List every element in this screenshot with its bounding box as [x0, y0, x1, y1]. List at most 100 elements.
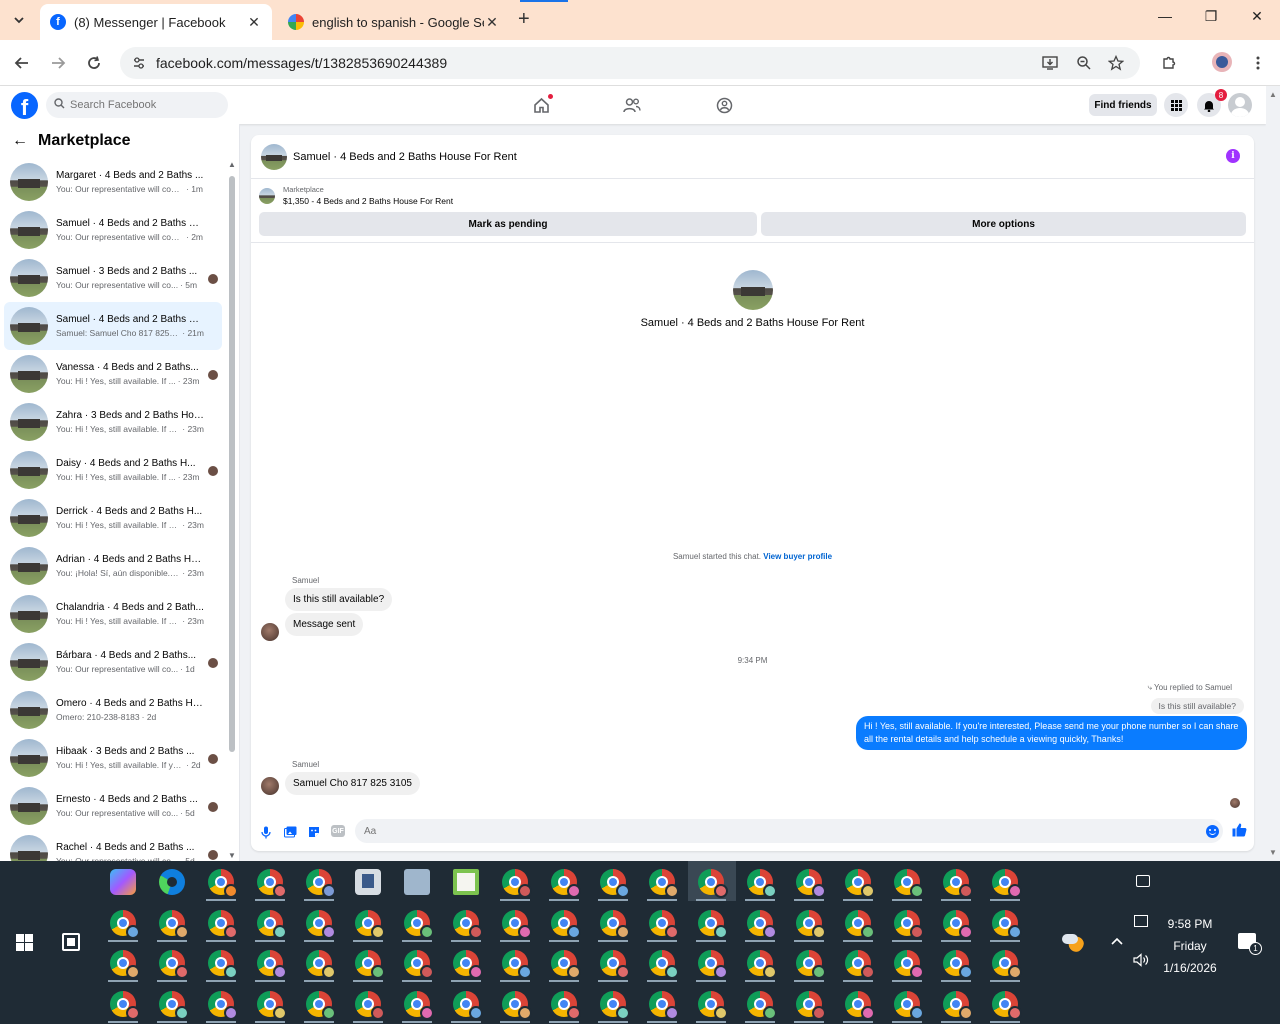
chrome-icon[interactable] [943, 910, 973, 939]
back-arrow-icon[interactable]: ← [12, 132, 28, 150]
menu-button[interactable] [1164, 93, 1188, 117]
chrome-icon[interactable] [502, 910, 532, 939]
scroll-down-arrow-icon[interactable]: ▼ [1269, 848, 1277, 857]
chrome-icon[interactable] [551, 950, 581, 979]
search-input[interactable] [70, 99, 220, 111]
chrome-icon[interactable] [600, 950, 630, 979]
message-bubble-incoming[interactable]: Is this still available? [285, 588, 393, 611]
chrome-icon[interactable] [502, 869, 532, 898]
notifications-button[interactable]: 8 [1197, 89, 1227, 117]
chrome-icon[interactable] [992, 950, 1022, 979]
chrome-icon[interactable] [551, 869, 581, 898]
sender-avatar[interactable] [261, 623, 279, 641]
chrome-icon[interactable] [698, 869, 728, 898]
forward-button[interactable] [47, 52, 69, 74]
conversation-row[interactable]: Chalandria · 4 Beds and 2 Bath... You: Hi… [4, 590, 222, 638]
close-tab-icon[interactable]: ✕ [484, 14, 500, 31]
app-window-icon[interactable] [355, 869, 381, 895]
chat-title[interactable]: Samuel · 4 Beds and 2 Baths House For Re… [293, 151, 517, 163]
chrome-icon[interactable] [894, 991, 924, 1020]
chrome-icon[interactable] [306, 910, 336, 939]
view-buyer-profile-link[interactable]: View buyer profile [763, 552, 832, 561]
chrome-icon[interactable] [943, 991, 973, 1020]
chrome-icon[interactable] [747, 910, 777, 939]
emoji-icon[interactable] [1206, 825, 1219, 838]
chrome-icon[interactable] [404, 991, 434, 1020]
groups-nav-button[interactable] [712, 94, 736, 116]
volume-icon[interactable] [1133, 953, 1149, 970]
chrome-icon[interactable] [551, 910, 581, 939]
chrome-icon[interactable] [845, 910, 875, 939]
conversation-row[interactable]: Hibaak · 3 Beds and 2 Baths ... You: Hi !… [4, 734, 222, 782]
conversation-row[interactable]: Samuel · 3 Beds and 2 Baths ... You: Our … [4, 254, 222, 302]
back-button[interactable] [11, 52, 33, 74]
facebook-logo-icon[interactable]: f [11, 92, 38, 119]
facebook-search[interactable] [46, 92, 228, 118]
chrome-icon[interactable] [257, 910, 287, 939]
chrome-icon[interactable] [600, 910, 630, 939]
chrome-icon[interactable] [649, 910, 679, 939]
minimize-button[interactable]: — [1142, 8, 1188, 24]
chrome-icon[interactable] [453, 991, 483, 1020]
chrome-icon[interactable] [208, 910, 238, 939]
chrome-icon[interactable] [257, 869, 287, 898]
conversation-row[interactable]: Rachel · 4 Beds and 2 Baths ... You: Our … [4, 830, 222, 861]
chrome-icon[interactable] [110, 991, 140, 1020]
extensions-button[interactable] [1158, 52, 1180, 74]
install-app-icon[interactable] [1042, 47, 1058, 79]
chrome-icon[interactable] [796, 991, 826, 1020]
chrome-icon[interactable] [698, 910, 728, 939]
chrome-icon[interactable] [796, 950, 826, 979]
chrome-icon[interactable] [502, 991, 532, 1020]
chrome-icon[interactable] [453, 950, 483, 979]
scroll-down-arrow-icon[interactable]: ▼ [228, 851, 236, 860]
new-tab-button[interactable]: + [518, 8, 530, 31]
quoted-message[interactable]: Is this still available? [1150, 698, 1244, 714]
conversation-row[interactable]: Ernesto · 4 Beds and 2 Baths ... You: Our… [4, 782, 222, 830]
notification-center-icon[interactable]: 1 [1238, 933, 1262, 955]
chrome-icon[interactable] [649, 869, 679, 898]
message-bubble-outgoing[interactable]: Hi ! Yes, still available. If you're int… [856, 716, 1247, 750]
chrome-icon[interactable] [502, 950, 532, 979]
conversation-row[interactable]: Zahra · 3 Beds and 2 Baths Hou... You: Hi… [4, 398, 222, 446]
close-tab-icon[interactable]: ✕ [246, 14, 262, 31]
chrome-icon[interactable] [845, 869, 875, 898]
conversation-row[interactable]: Margaret · 4 Beds and 2 Baths ... You: Ou… [4, 158, 222, 206]
chrome-icon[interactable] [894, 869, 924, 898]
windows-start-icon[interactable] [16, 934, 33, 951]
microphone-icon[interactable] [259, 825, 273, 839]
reload-button[interactable] [83, 52, 105, 74]
conversation-row[interactable]: Samuel · 4 Beds and 2 Baths H... You: Our… [4, 206, 222, 254]
scroll-up-arrow-icon[interactable]: ▲ [228, 160, 236, 169]
find-friends-button[interactable]: Find friends [1089, 94, 1157, 116]
conversation-row[interactable]: Vanessa · 4 Beds and 2 Baths... You: Hi !… [4, 350, 222, 398]
edge-browser-icon[interactable] [159, 869, 185, 895]
chrome-icon[interactable] [355, 910, 385, 939]
chrome-icon[interactable] [355, 950, 385, 979]
chrome-profile-avatar[interactable] [1212, 52, 1232, 72]
chrome-icon[interactable] [257, 950, 287, 979]
copilot-icon[interactable] [110, 869, 136, 895]
thumbs-up-icon[interactable] [1232, 823, 1247, 840]
chrome-icon[interactable] [404, 950, 434, 979]
chrome-icon[interactable] [894, 910, 924, 939]
message-input[interactable] [355, 819, 1223, 843]
chrome-icon[interactable] [159, 910, 189, 939]
chrome-icon[interactable] [208, 950, 238, 979]
conversation-row[interactable]: Derrick · 4 Beds and 2 Baths H... You: Hi… [4, 494, 222, 542]
page-scrollbar[interactable]: ▲ ▼ [1266, 86, 1280, 861]
chrome-icon[interactable] [453, 910, 483, 939]
chrome-icon[interactable] [257, 991, 287, 1020]
chrome-icon[interactable] [110, 910, 140, 939]
chrome-icon[interactable] [698, 991, 728, 1020]
chrome-icon[interactable] [698, 950, 728, 979]
chrome-icon[interactable] [747, 869, 777, 898]
zoom-icon[interactable] [1076, 47, 1092, 79]
chrome-icon[interactable] [600, 869, 630, 898]
chrome-icon[interactable] [355, 991, 385, 1020]
conversation-row[interactable]: Adrian · 4 Beds and 2 Baths Ho... You: ¡H… [4, 542, 222, 590]
message-bubble-incoming[interactable]: Samuel Cho 817 825 3105 [285, 772, 420, 795]
listing-summary[interactable]: Marketplace $1,350 - 4 Beds and 2 Baths … [259, 185, 453, 206]
chrome-icon[interactable] [110, 950, 140, 979]
home-nav-button[interactable] [529, 94, 553, 116]
